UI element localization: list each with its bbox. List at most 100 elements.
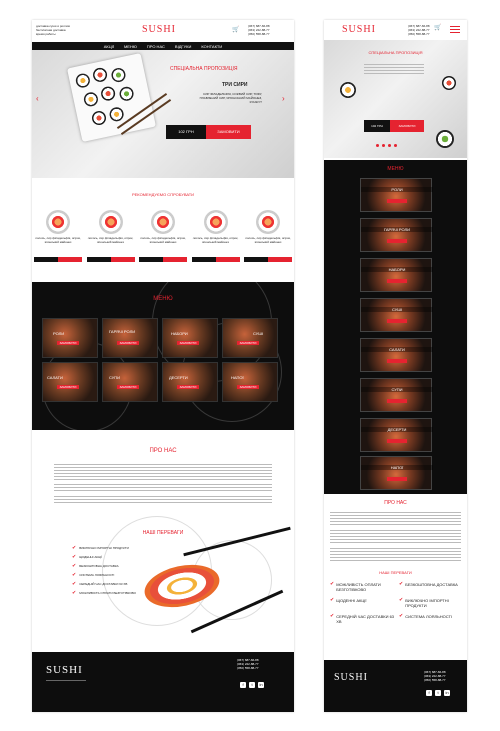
social-links: f t in	[240, 682, 264, 688]
brand-logo[interactable]: SUSHI	[142, 24, 176, 35]
about-paragraph	[330, 530, 461, 544]
menu-tile-sushi[interactable]: СУШІ ЗАМОВИТИ	[222, 318, 278, 358]
menu-section: МЕНЮ РОЛИ ЗАМОВИТИ ГАРЯЧІ РОЛИ ЗАМОВИТИ …	[32, 282, 294, 430]
menu-tile-label: ДЕСЕРТИ	[169, 375, 188, 380]
mobile-footer-logo[interactable]: SUSHI	[334, 672, 368, 683]
header-info: доставка суши и роллов бесплатная достав…	[36, 24, 96, 36]
menu-tile-label: САЛАТИ	[47, 375, 63, 380]
benefit-item: ✔ СЕРЕДНІЙ ЧАС ДОСТАВКИ 63 ХВ	[72, 581, 128, 587]
nav-item-about[interactable]: ПРО НАС	[147, 44, 165, 49]
product-card[interactable]: лосось, сир філадельфія, огірок, японськ…	[86, 210, 135, 262]
mobile-menu-tile-sets[interactable]: НАБОРИ	[360, 258, 433, 292]
nav-item-reviews[interactable]: ВІДГУКИ	[175, 44, 191, 49]
social-links: f t in	[426, 690, 450, 696]
mobile-menu-tile-hot-rolls[interactable]: ГАРЯЧІ РОЛИ	[360, 218, 433, 252]
menu-order-button[interactable]: ЗАМОВИТИ	[117, 385, 139, 389]
linkedin-icon[interactable]: in	[444, 690, 450, 696]
phone-number[interactable]: (050) 558-88-77	[248, 32, 288, 36]
mobile-menu-tile-soups[interactable]: СУПИ	[360, 378, 433, 412]
facebook-icon[interactable]: f	[240, 682, 246, 688]
main-nav: АКЦІЇ МЕНЮ ПРО НАС ВІДГУКИ КОНТАКТИ	[32, 42, 294, 50]
benefit-item: ✔ СЕРЕДНІЙ ЧАС ДОСТАВКИ 63 ХВ	[330, 613, 395, 625]
facebook-icon[interactable]: f	[426, 690, 432, 696]
cart-icon[interactable]: 🛒	[434, 24, 441, 31]
mobile-menu-label: НАПОЇ	[361, 465, 433, 470]
benefits-list: ✔ ВИКЛЮЧНО ІМПОРТНІ ПРОДУКТИ ✔ ЩОДЕННІ АКЦ…	[72, 546, 142, 600]
product-desc: лосось, сир філадельфія, огірок, японськ…	[192, 236, 239, 244]
benefit-item: ✔ МОЖЛИВІСТЬ ОПЛАТИ БЕЗГОТІВКОВО	[72, 590, 136, 596]
menu-tile-drinks[interactable]: НАПОЇ ЗАМОВИТИ	[222, 362, 278, 402]
phone-number[interactable]: (050) 558-88-77	[237, 666, 259, 670]
menu-tile-rolls[interactable]: РОЛИ ЗАМОВИТИ	[42, 318, 98, 358]
benefit-item: ✔ БЕЗКОШТОВНА ДОСТАВКА	[399, 582, 464, 592]
mobile-menu-label: САЛАТИ	[361, 347, 433, 352]
mobile-menu-tile-salads[interactable]: САЛАТИ	[360, 338, 433, 372]
menu-tile-label: СУШІ	[253, 331, 264, 336]
product-card[interactable]: лосось, сир філадельфія, огірок, японськ…	[244, 210, 292, 262]
menu-order-button[interactable]: ЗАМОВИТИ	[177, 341, 199, 345]
nav-item-menu[interactable]: МЕНЮ	[124, 44, 137, 49]
mobile-menu-tile-drinks[interactable]: НАПОЇ	[360, 456, 433, 490]
slider-dot[interactable]	[388, 144, 391, 147]
slider-dot[interactable]	[382, 144, 385, 147]
menu-order-button[interactable]: ЗАМОВИТИ	[177, 385, 199, 389]
phone-number[interactable]: (050) 558-88-77	[408, 32, 430, 36]
hamburger-menu-icon[interactable]	[450, 26, 460, 33]
hero-price: 102 ГРН	[166, 125, 206, 139]
twitter-icon[interactable]: t	[249, 682, 255, 688]
menu-order-button[interactable]: ЗАМОВИТИ	[117, 341, 139, 345]
menu-tile-desserts[interactable]: ДЕСЕРТИ ЗАМОВИТИ	[162, 362, 218, 402]
benefit-item: ✔ БЕЗКОШТОВНА ДОСТАВКА	[72, 563, 119, 569]
footer-phones: (067) 687-66-88 (063) 222-88-77 (050) 55…	[237, 658, 259, 670]
menu-tile-label: РОЛИ	[53, 331, 65, 336]
mobile-benefits-grid: ✔ МОЖЛИВІСТЬ ОПЛАТИ БЕЗГОТІВКОВО ✔ БЕЗКОШТ…	[330, 582, 464, 625]
menu-order-button[interactable]: ЗАМОВИТИ	[237, 341, 259, 345]
header-phones: (067) 687-66-88 (063) 222-88-77 (050) 55…	[248, 24, 288, 36]
mobile-footer-phones: (067) 687-66-88 (063) 222-88-77 (050) 55…	[424, 670, 446, 682]
menu-tile-salads[interactable]: САЛАТИ ЗАМОВИТИ	[42, 362, 98, 402]
product-desc: лосось, сир філадельфія, огірок, японськ…	[140, 236, 186, 244]
recommend-title: РЕКОМЕНДУЄМО СПРОБУВАТИ	[131, 192, 195, 197]
check-icon: ✔	[399, 581, 404, 587]
slider-prev-arrow[interactable]: ‹	[36, 88, 39, 106]
linkedin-icon[interactable]: in	[258, 682, 264, 688]
slider-dot[interactable]	[376, 144, 379, 147]
twitter-icon[interactable]: t	[435, 690, 441, 696]
mobile-menu-label: СУПИ	[361, 387, 433, 392]
menu-tile-sets[interactable]: НАБОРИ ЗАМОВИТИ	[162, 318, 218, 358]
mobile-menu-tile-desserts[interactable]: ДЕСЕРТИ	[360, 418, 433, 452]
menu-tile-label: НАПОЇ	[231, 375, 244, 380]
mobile-hero-order-button[interactable]: ЗАМОВИТИ	[390, 120, 424, 132]
mobile-menu-tile-sushi[interactable]: СУШІ	[360, 298, 433, 332]
mobile-menu-title: МЕНЮ	[387, 166, 404, 172]
slider-next-arrow[interactable]: ›	[282, 88, 285, 106]
slider-dot[interactable]	[394, 144, 397, 147]
hero-special-label: СПЕЦІАЛЬНА ПРОПОЗИЦІЯ	[170, 66, 238, 72]
desktop-layout: доставка суши и роллов бесплатная достав…	[32, 20, 294, 712]
check-icon: ✔	[72, 581, 77, 587]
check-icon: ✔	[330, 613, 335, 619]
mobile-menu-label: РОЛИ	[361, 187, 433, 192]
nav-item-promo[interactable]: АКЦІЇ	[104, 44, 114, 49]
footer: SUSHI (067) 687-66-88 (063) 222-88-77 (0…	[32, 652, 294, 712]
product-desc: лосось, сир філадельфія, огірок, японськ…	[35, 236, 81, 244]
menu-grid: РОЛИ ЗАМОВИТИ ГАРЯЧІ РОЛИ ЗАМОВИТИ НАБОР…	[42, 318, 284, 402]
footer-logo[interactable]: SUSHI	[46, 664, 83, 676]
menu-tile-hot-rolls[interactable]: ГАРЯЧІ РОЛИ ЗАМОВИТИ	[102, 318, 158, 358]
mobile-brand-logo[interactable]: SUSHI	[342, 24, 376, 35]
mobile-hero-price: 102 ГРН	[364, 120, 390, 132]
mobile-menu-tile-rolls[interactable]: РОЛИ	[360, 178, 433, 212]
phone-number[interactable]: (050) 558-88-77	[424, 678, 446, 682]
menu-order-button[interactable]: ЗАМОВИТИ	[237, 385, 259, 389]
menu-tile-soups[interactable]: СУПИ ЗАМОВИТИ	[102, 362, 158, 402]
menu-order-button[interactable]: ЗАМОВИТИ	[57, 341, 79, 345]
product-card[interactable]: лосось, сир філадельфія, огірок, японськ…	[139, 210, 187, 262]
menu-tile-label: СУПИ	[109, 375, 121, 380]
nav-item-contacts[interactable]: КОНТАКТИ	[201, 44, 222, 49]
hero-order-button[interactable]: ЗАМОВИТИ	[206, 125, 251, 139]
menu-order-button[interactable]: ЗАМОВИТИ	[57, 385, 79, 389]
cart-icon[interactable]: 🛒	[232, 26, 239, 33]
product-card[interactable]: лосось, сир філадельфія, огірок, японськ…	[34, 210, 82, 262]
hero-description: СИР ФІЛАДЕЛЬФІЯ, СОЄВИЙ СИР, ТОФУ, ПЛАВЛ…	[199, 92, 262, 104]
product-card[interactable]: лосось, сир філадельфія, огірок, японськ…	[191, 210, 240, 262]
